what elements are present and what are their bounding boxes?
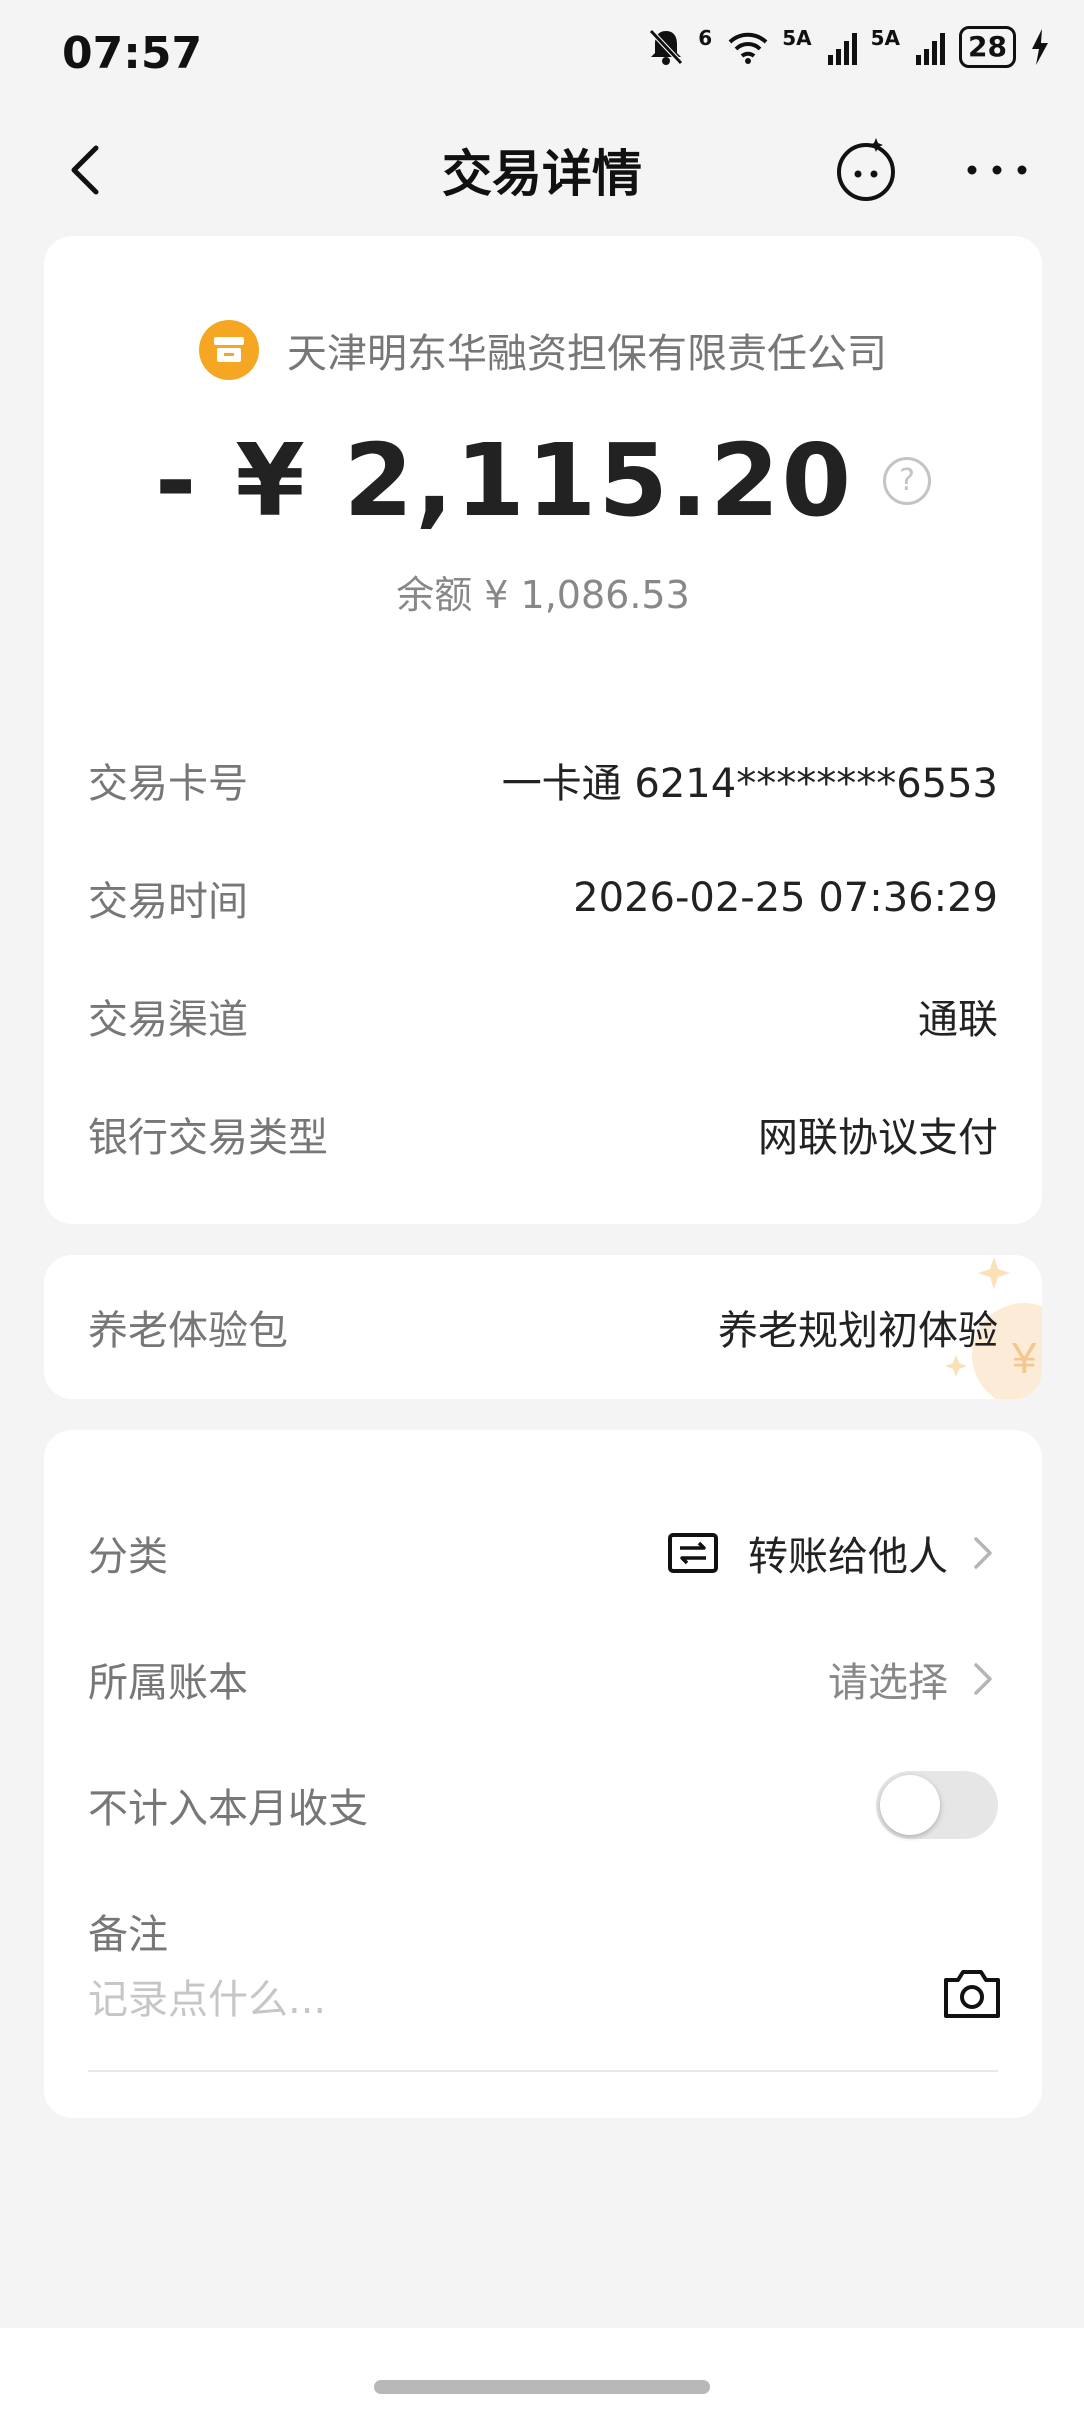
pension-row: 养老体验包 养老规划初体验 <box>88 1297 998 1357</box>
transfer-icon <box>668 1533 718 1573</box>
pension-value: 养老规划初体验 <box>718 1308 998 1354</box>
exclude-label: 不计入本月收支 <box>88 1786 368 1832</box>
detail-row-channel: 交易渠道 通联 <box>88 986 998 1046</box>
network-label-wifi: 6 <box>698 26 713 50</box>
amount-row: - ¥ 2,115.20 ? <box>44 422 1042 539</box>
more-icon[interactable] <box>962 136 1032 204</box>
transaction-amount: - ¥ 2,115.20 <box>154 422 854 539</box>
merchant-header: 天津明东华融资担保有限责任公司 <box>44 320 1042 380</box>
exclude-toggle[interactable] <box>876 1771 998 1839</box>
detail-label: 交易卡号 <box>88 761 248 807</box>
detail-value: 2026-02-25 07:36:29 <box>573 875 998 921</box>
detail-value: 通联 <box>918 997 998 1043</box>
detail-value: 一卡通 6214********6553 <box>501 761 998 807</box>
note-label: 备注 <box>88 1912 168 1958</box>
balance: 余额 ¥ 1,086.53 <box>396 573 690 617</box>
status-bar: 07:57 6 5A 5A 28 <box>0 0 1084 110</box>
note-input[interactable] <box>88 1970 922 2030</box>
signal-icon <box>827 29 857 65</box>
camera-icon[interactable] <box>942 1966 1002 2020</box>
detail-label: 交易时间 <box>88 879 248 925</box>
detail-row-time: 交易时间 2026-02-25 07:36:29 <box>88 868 998 928</box>
home-indicator[interactable] <box>374 2380 710 2394</box>
detail-row-bank-type: 银行交易类型 网联协议支付 <box>88 1104 998 1164</box>
chevron-right-icon <box>974 1663 992 1695</box>
settings-card: 分类 转账给他人 所属账本 请选择 不计入本月收支 备注 记录点什么... <box>44 1430 1042 2118</box>
status-icons: 6 5A 5A 28 <box>648 26 1050 68</box>
battery-icon: 28 <box>959 26 1016 68</box>
nav-bar: 交易详情 <box>0 110 1084 230</box>
pension-card[interactable]: ¥ 养老体验包 养老规划初体验 <box>44 1255 1042 1399</box>
transaction-card: 天津明东华融资担保有限责任公司 - ¥ 2,115.20 ? 余额 ¥ 1,08… <box>44 236 1042 1224</box>
merchant-name: 天津明东华融资担保有限责任公司 <box>287 331 887 377</box>
ledger-row[interactable]: 所属账本 请选择 <box>88 1644 998 1714</box>
ledger-label: 所属账本 <box>88 1660 248 1706</box>
network-label-sim1: 5A <box>782 26 812 50</box>
merchant-store-icon <box>199 320 259 380</box>
page-title: 交易详情 <box>442 145 642 203</box>
charging-icon <box>1032 29 1048 65</box>
chevron-right-icon <box>974 1537 992 1569</box>
status-time: 07:57 <box>62 28 203 79</box>
wifi-icon <box>728 32 768 64</box>
toggle-knob <box>880 1775 940 1835</box>
exclude-row: 不计入本月收支 <box>88 1770 998 1840</box>
note-divider <box>88 2070 998 2072</box>
category-value: 转账给他人 <box>748 1534 948 1580</box>
bottom-bar <box>0 2328 1084 2412</box>
detail-row-card-number: 交易卡号 一卡通 6214********6553 <box>88 750 998 810</box>
face-assistant-icon[interactable] <box>832 136 900 204</box>
help-icon[interactable]: ? <box>883 456 932 505</box>
signal-icon <box>916 29 946 65</box>
ledger-value: 请选择 <box>828 1660 948 1706</box>
svg-text:¥: ¥ <box>1011 1334 1037 1383</box>
note-label-row: 备注 <box>88 1896 998 1966</box>
pension-label: 养老体验包 <box>88 1308 288 1354</box>
detail-label: 交易渠道 <box>88 997 248 1043</box>
transaction-detail-page: 07:57 6 5A 5A 28 交易详情 天津明东华融资担保有限责任公司 - … <box>0 0 1084 2412</box>
network-label-sim2: 5A <box>870 26 901 50</box>
detail-value: 网联协议支付 <box>758 1115 998 1161</box>
category-label: 分类 <box>88 1534 168 1580</box>
detail-label: 银行交易类型 <box>88 1115 328 1161</box>
mute-bell-icon <box>649 29 684 65</box>
category-row[interactable]: 分类 转账给他人 <box>88 1518 998 1588</box>
